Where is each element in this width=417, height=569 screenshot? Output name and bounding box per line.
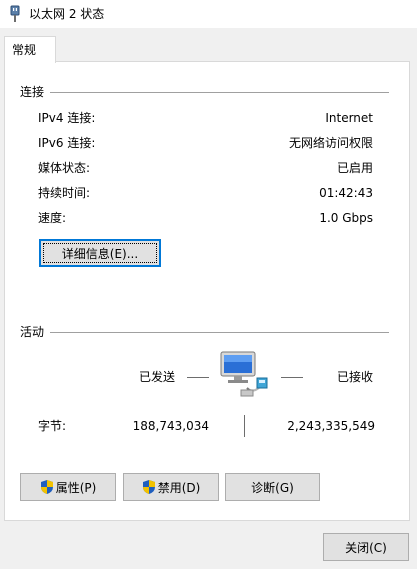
network-computer-icon [220, 351, 268, 397]
bytes-received-value: 2,243,335,549 [287, 419, 375, 433]
speed-value: 1.0 Gbps [319, 211, 373, 225]
details-button-label: 详细信息(E)... [61, 246, 139, 261]
network-adapter-icon [10, 5, 20, 22]
sent-label: 已发送 [139, 370, 176, 384]
close-button-label: 关闭(C) [345, 540, 387, 555]
ipv4-connectivity-value: Internet [325, 111, 373, 125]
ipv6-connectivity-value: 无网络访问权限 [288, 136, 373, 150]
diagnose-button-label: 诊断(G) [251, 480, 294, 495]
uac-shield-icon [142, 480, 155, 494]
tab-general-label: 常规 [12, 43, 37, 57]
connection-group-title: 连接 [20, 84, 51, 100]
duration-label: 持续时间: [38, 186, 91, 200]
activity-group-line [20, 332, 389, 333]
ipv4-connectivity-label: IPv4 连接: [38, 111, 96, 125]
disable-button-label: 禁用(D) [157, 480, 201, 495]
bytes-sent-value: 188,743,034 [132, 419, 209, 433]
media-state-value: 已启用 [336, 161, 373, 175]
details-button[interactable]: 详细信息(E)... [39, 239, 161, 267]
diagnose-button[interactable]: 诊断(G) [225, 473, 320, 501]
duration-value: 01:42:43 [319, 186, 373, 200]
close-button[interactable]: 关闭(C) [323, 533, 409, 561]
window-title: 以太网 2 状态 [29, 7, 105, 21]
ipv6-connectivity-label: IPv6 连接: [38, 136, 96, 150]
properties-button[interactable]: 属性(P) [20, 473, 116, 501]
received-label: 已接收 [337, 370, 374, 384]
properties-button-label: 属性(P) [55, 480, 97, 495]
received-dash [281, 377, 303, 378]
sent-dash [187, 377, 209, 378]
speed-label: 速度: [38, 211, 67, 225]
uac-shield-icon [40, 480, 53, 494]
activity-group-title: 活动 [20, 324, 51, 340]
title-bar[interactable]: 以太网 2 状态 [0, 0, 417, 28]
bytes-separator [244, 415, 245, 437]
network-status-window: 以太网 2 状态 常规 连接 IPv4 连接: Internet IPv6 连接… [0, 0, 417, 569]
media-state-label: 媒体状态: [38, 161, 91, 175]
tab-general[interactable]: 常规 [4, 36, 56, 63]
connection-group-line [20, 92, 389, 93]
general-tab-panel: 连接 IPv4 连接: Internet IPv6 连接: 无网络访问权限 媒体… [4, 61, 410, 521]
disable-button[interactable]: 禁用(D) [123, 473, 219, 501]
bytes-label: 字节: [38, 419, 67, 433]
